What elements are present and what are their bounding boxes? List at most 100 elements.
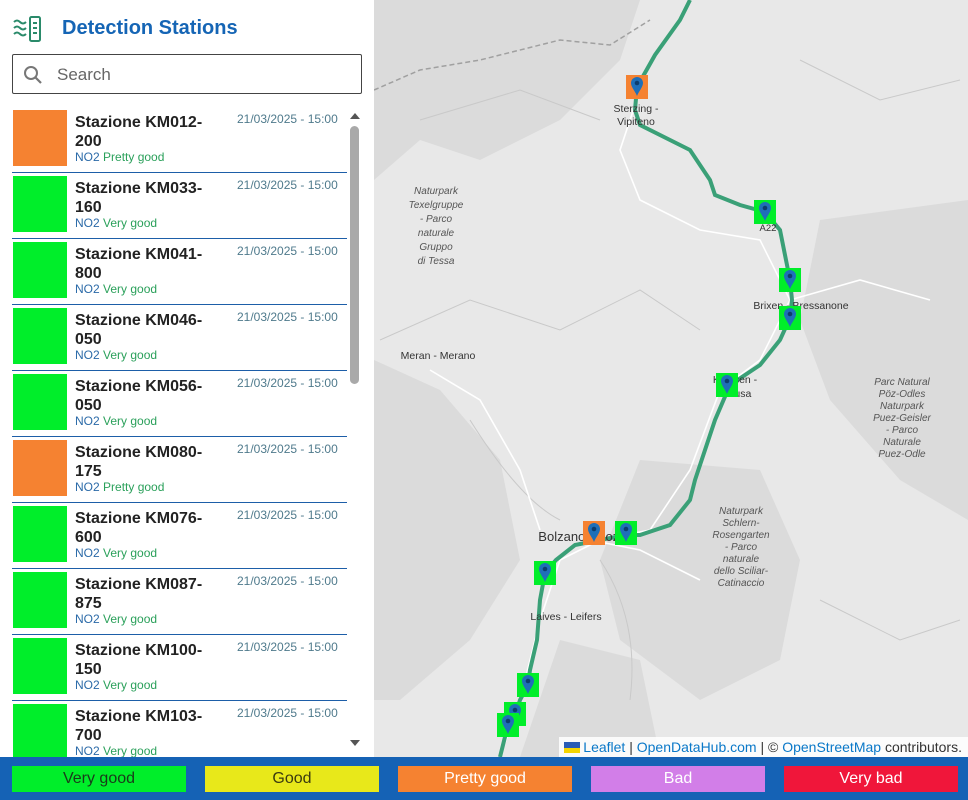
legend-item: Very bad: [784, 766, 958, 792]
search-input[interactable]: [57, 63, 347, 87]
station-timestamp: 21/03/2025 - 15:00: [237, 244, 338, 258]
page-title: Detection Stations: [62, 17, 238, 39]
svg-text:Catinaccio: Catinaccio: [718, 578, 765, 589]
station-marker[interactable]: [779, 268, 801, 292]
svg-text:Puez-Odle: Puez-Odle: [878, 449, 926, 460]
opendatahub-link[interactable]: OpenDataHub.com: [637, 739, 757, 755]
openstreetmap-link[interactable]: OpenStreetMap: [782, 739, 881, 755]
map-label-brixen: Brixen - Bressanone: [753, 300, 848, 312]
svg-text:- Parco: - Parco: [886, 425, 919, 436]
svg-text:naturale: naturale: [418, 228, 455, 239]
quality-label: Very good: [103, 744, 158, 757]
air-sensor-icon: [13, 16, 41, 42]
station-marker[interactable]: [754, 200, 776, 224]
list-scrollbar[interactable]: [348, 109, 362, 757]
svg-text:Rosengarten: Rosengarten: [712, 530, 770, 541]
legend-item: Pretty good: [398, 766, 572, 792]
station-marker[interactable]: [583, 521, 605, 545]
pollutant-label: NO2: [75, 480, 100, 494]
svg-text:Vipiteno: Vipiteno: [617, 116, 655, 128]
search-box[interactable]: [12, 54, 362, 94]
leaflet-link[interactable]: Leaflet: [583, 739, 625, 755]
pollutant-label: NO2: [75, 414, 100, 428]
quality-color-swatch: [13, 110, 67, 166]
station-name: Stazione KM087-875: [75, 576, 203, 612]
quality-label: Very good: [103, 546, 158, 560]
pollutant-label: NO2: [75, 150, 100, 164]
station-list-item[interactable]: Stazione KM087-875 21/03/2025 - 15:00 NO2 …: [12, 571, 347, 635]
station-marker[interactable]: [716, 373, 738, 397]
pollutant-label: NO2: [75, 282, 100, 296]
station-name: Stazione KM100-150: [75, 642, 203, 678]
station-list-item[interactable]: Stazione KM080-175 21/03/2025 - 15:00 NO2 …: [12, 439, 347, 503]
map-label-schlern: Naturpark: [719, 506, 764, 517]
station-marker[interactable]: [779, 306, 801, 330]
station-name: Stazione KM056-050: [75, 378, 203, 414]
svg-text:- Parco: - Parco: [725, 542, 758, 553]
station-timestamp: 21/03/2025 - 15:00: [237, 640, 338, 654]
scroll-down-arrow-icon[interactable]: [350, 740, 360, 746]
pollutant-label: NO2: [75, 348, 100, 362]
map-label-a22: A22: [760, 223, 777, 234]
station-timestamp: 21/03/2025 - 15:00: [237, 442, 338, 456]
map-canvas[interactable]: Sterzing - Vipiteno A22 Brixen - Bressan…: [374, 0, 968, 757]
svg-text:dello Sciliar-: dello Sciliar-: [714, 566, 769, 577]
svg-text:- Parco: - Parco: [420, 214, 453, 225]
stations-sidebar: Detection Stations Stazione KM012-200 21/…: [0, 0, 374, 757]
station-marker[interactable]: [615, 521, 637, 545]
quality-color-swatch: [13, 638, 67, 694]
svg-text:Pöz-Odles: Pöz-Odles: [879, 389, 926, 400]
quality-label: Very good: [103, 612, 158, 626]
quality-label: Very good: [103, 414, 158, 428]
pollutant-label: NO2: [75, 612, 100, 626]
station-list-item[interactable]: Stazione KM012-200 21/03/2025 - 15:00 NO2 …: [12, 109, 347, 173]
station-list-item[interactable]: Stazione KM033-160 21/03/2025 - 15:00 NO2 …: [12, 175, 347, 239]
quality-color-swatch: [13, 308, 67, 364]
quality-label: Very good: [103, 282, 158, 296]
map-attribution: Leaflet | OpenDataHub.com | © OpenStreet…: [559, 737, 968, 757]
station-marker[interactable]: [534, 561, 556, 585]
svg-text:naturale: naturale: [723, 554, 760, 565]
station-status: NO2 Very good: [75, 348, 157, 362]
svg-text:Naturale: Naturale: [883, 437, 921, 448]
station-list-item[interactable]: Stazione KM041-800 21/03/2025 - 15:00 NO2 …: [12, 241, 347, 305]
pollutant-label: NO2: [75, 744, 100, 757]
legend-item: Good: [205, 766, 379, 792]
station-list-item[interactable]: Stazione KM076-600 21/03/2025 - 15:00 NO2 …: [12, 505, 347, 569]
svg-text:Naturpark: Naturpark: [880, 401, 925, 412]
station-timestamp: 21/03/2025 - 15:00: [237, 310, 338, 324]
station-list-item[interactable]: Stazione KM056-050 21/03/2025 - 15:00 NO2 …: [12, 373, 347, 437]
station-name: Stazione KM046-050: [75, 312, 203, 348]
map-label-sterzing: Sterzing -: [614, 103, 659, 115]
quality-legend: Very good Good Pretty good Bad Very bad: [0, 757, 968, 800]
station-name: Stazione KM033-160: [75, 180, 203, 216]
map-view[interactable]: Sterzing - Vipiteno A22 Brixen - Bressan…: [374, 0, 968, 757]
svg-text:Texelgruppe: Texelgruppe: [409, 200, 464, 211]
station-status: NO2 Pretty good: [75, 480, 164, 494]
station-status: NO2 Very good: [75, 546, 157, 560]
quality-color-swatch: [13, 176, 67, 232]
quality-label: Pretty good: [103, 150, 165, 164]
station-timestamp: 21/03/2025 - 15:00: [237, 706, 338, 720]
station-list-item[interactable]: Stazione KM100-150 21/03/2025 - 15:00 NO2 …: [12, 637, 347, 701]
station-status: NO2 Very good: [75, 612, 157, 626]
map-label-laives: Laives - Leifers: [530, 611, 601, 623]
station-marker[interactable]: [497, 713, 519, 737]
station-list-item[interactable]: Stazione KM103-700 21/03/2025 - 15:00 NO2 …: [12, 703, 347, 757]
station-list-item[interactable]: Stazione KM046-050 21/03/2025 - 15:00 NO2 …: [12, 307, 347, 371]
station-marker[interactable]: [626, 75, 648, 99]
legend-item: Very good: [12, 766, 186, 792]
svg-text:Gruppo: Gruppo: [419, 242, 453, 253]
station-status: NO2 Very good: [75, 414, 157, 428]
scroll-up-arrow-icon[interactable]: [350, 113, 360, 119]
scrollbar-thumb[interactable]: [350, 126, 359, 384]
station-marker[interactable]: [517, 673, 539, 697]
quality-color-swatch: [13, 704, 67, 757]
station-status: NO2 Very good: [75, 678, 157, 692]
station-list: Stazione KM012-200 21/03/2025 - 15:00 NO2 …: [12, 109, 348, 757]
station-timestamp: 21/03/2025 - 15:00: [237, 508, 338, 522]
station-timestamp: 21/03/2025 - 15:00: [237, 112, 338, 126]
station-name: Stazione KM080-175: [75, 444, 203, 480]
svg-text:Puez-Geisler: Puez-Geisler: [873, 413, 931, 424]
station-name: Stazione KM076-600: [75, 510, 203, 546]
